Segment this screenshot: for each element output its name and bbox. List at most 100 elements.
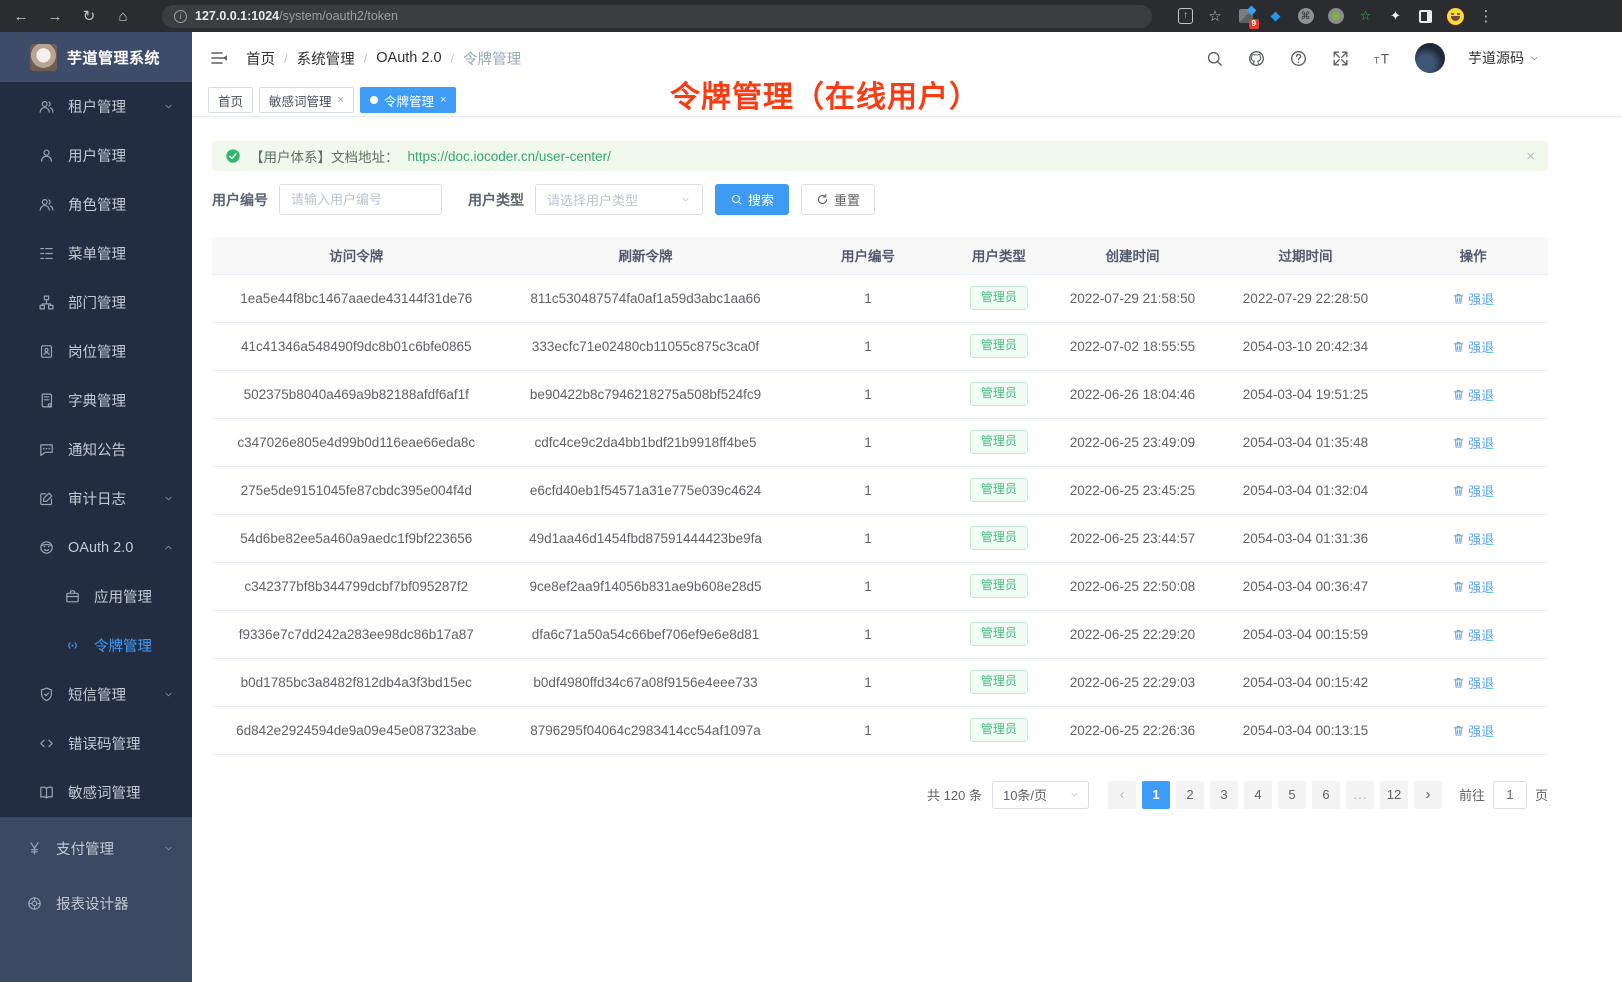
page-button-12[interactable]: 12 xyxy=(1380,781,1408,809)
sidebar-collapse-icon[interactable] xyxy=(209,48,229,68)
sidebar-item-sms-management[interactable]: 短信管理 xyxy=(0,670,192,719)
sidebar-item-notice-announcement[interactable]: 通知公告 xyxy=(0,425,192,474)
users-icon xyxy=(38,98,55,115)
force-logout-button[interactable]: 强退 xyxy=(1452,673,1494,692)
search-icon xyxy=(730,193,743,206)
help-icon[interactable] xyxy=(1289,49,1308,68)
sidebar-item-report-designer[interactable]: 报表设计器 xyxy=(0,876,192,931)
reset-button[interactable]: 重置 xyxy=(801,184,875,215)
sidebar-item-error-code-management[interactable]: 错误码管理 xyxy=(0,719,192,768)
bookmark-star-icon[interactable]: ☆ xyxy=(1206,9,1224,24)
tab-令牌管理[interactable]: 令牌管理× xyxy=(360,87,456,113)
page-size-select[interactable]: 10条/页 xyxy=(992,781,1089,809)
sidebar-item-role-management[interactable]: 角色管理 xyxy=(0,180,192,229)
tab-首页[interactable]: 首页 xyxy=(208,87,253,113)
user-id-cell: 1 xyxy=(790,514,945,562)
force-logout-button[interactable]: 强退 xyxy=(1452,433,1494,452)
breadcrumb-item[interactable]: OAuth 2.0 xyxy=(376,50,441,66)
fullscreen-icon[interactable] xyxy=(1331,49,1350,68)
extension-record-icon[interactable] xyxy=(1327,8,1344,25)
sidebar-item-dict-management[interactable]: 字典管理 xyxy=(0,376,192,425)
sidebar-item-label: 字典管理 xyxy=(68,390,126,411)
goto-page-input[interactable] xyxy=(1493,781,1527,809)
sidebar-item-audit-log[interactable]: 审计日志 xyxy=(0,474,192,523)
force-logout-button[interactable]: 强退 xyxy=(1452,721,1494,740)
org-tree-icon xyxy=(38,294,55,311)
user-id-input[interactable] xyxy=(279,184,442,215)
breadcrumb-item[interactable]: 首页 xyxy=(246,48,275,69)
reload-icon[interactable]: ↻ xyxy=(80,9,98,24)
font-size-icon[interactable] xyxy=(1373,49,1392,68)
force-logout-button[interactable]: 强退 xyxy=(1452,481,1494,500)
alert-text: 【用户体系】文档地址： xyxy=(250,146,399,166)
site-info-icon[interactable]: i xyxy=(174,10,187,23)
prev-page-button[interactable]: ‹ xyxy=(1108,781,1136,809)
sidebar-item-user-management[interactable]: 用户管理 xyxy=(0,131,192,180)
force-logout-button[interactable]: 强退 xyxy=(1452,337,1494,356)
page-button-4[interactable]: 4 xyxy=(1244,781,1272,809)
extension-sidebar-icon[interactable] xyxy=(1417,8,1434,25)
user-type-cell: 管理员 xyxy=(945,322,1052,370)
extension-blocks-icon[interactable]: 9 xyxy=(1237,8,1254,25)
expires-at-cell: 2054-03-04 01:32:04 xyxy=(1213,466,1399,514)
search-button[interactable]: 搜索 xyxy=(715,184,789,215)
browser-menu-icon[interactable]: ⋮ xyxy=(1477,9,1495,24)
force-logout-button[interactable]: 强退 xyxy=(1452,385,1494,404)
page-button-2[interactable]: 2 xyxy=(1176,781,1204,809)
force-logout-button[interactable]: 强退 xyxy=(1452,625,1494,644)
profile-avatar-icon[interactable] xyxy=(1447,8,1464,25)
expires-at-cell: 2054-03-10 20:42:34 xyxy=(1213,322,1399,370)
extension-command-icon[interactable]: ⌘ xyxy=(1297,8,1314,25)
sidebar-item-sensitive-word-management[interactable]: 敏感词管理 xyxy=(0,768,192,817)
github-icon[interactable] xyxy=(1247,49,1266,68)
tab-close-icon[interactable]: × xyxy=(338,94,344,106)
sidebar-item-label: 租户管理 xyxy=(68,96,126,117)
sidebar-item-oauth2[interactable]: OAuth 2.0 xyxy=(0,523,192,572)
user-type-cell: 管理员 xyxy=(945,706,1052,754)
extension-star-icon[interactable]: ☆ xyxy=(1357,8,1374,25)
share-icon[interactable]: ↑ xyxy=(1178,8,1193,24)
force-logout-button[interactable]: 强退 xyxy=(1452,529,1494,548)
user-avatar[interactable] xyxy=(1415,43,1445,73)
table-row: 6d842e2924594de9a09e45e087323abe8796295f… xyxy=(212,706,1548,754)
table-row: 1ea5e44f8bc1467aaede43144f31de76811c5304… xyxy=(212,274,1548,322)
back-icon[interactable]: ← xyxy=(12,9,30,24)
sidebar-item-menu-management[interactable]: 菜单管理 xyxy=(0,229,192,278)
trash-icon xyxy=(1452,580,1465,593)
sidebar-item-tenant-management[interactable]: 租户管理 xyxy=(0,82,192,131)
extension-puzzle-icon[interactable]: ✦ xyxy=(1387,8,1404,25)
sidebar-item-app-management[interactable]: 应用管理 xyxy=(0,572,192,621)
sidebar-item-post-management[interactable]: 岗位管理 xyxy=(0,327,192,376)
created-at-cell: 2022-06-25 23:44:57 xyxy=(1052,514,1212,562)
access-token-cell: 6d842e2924594de9a09e45e087323abe xyxy=(212,706,501,754)
sidebar-item-dept-management[interactable]: 部门管理 xyxy=(0,278,192,327)
force-logout-label: 强退 xyxy=(1468,529,1494,548)
forward-icon[interactable]: → xyxy=(46,9,64,24)
address-bar[interactable]: i 127.0.0.1:1024/system/oauth2/token xyxy=(162,5,1152,28)
tab-close-icon[interactable]: × xyxy=(440,94,446,106)
page-button-5[interactable]: 5 xyxy=(1278,781,1306,809)
doc-alert: 【用户体系】文档地址： https://doc.iocoder.cn/user-… xyxy=(212,141,1548,171)
user-type-badge: 管理员 xyxy=(970,382,1028,406)
home-icon[interactable]: ⌂ xyxy=(114,9,132,24)
page-button-6[interactable]: 6 xyxy=(1312,781,1340,809)
extension-gem-icon[interactable]: ◆ xyxy=(1267,8,1284,25)
sidebar-item-payment-management[interactable]: 支付管理 xyxy=(0,821,192,876)
sidebar-item-token-management[interactable]: 令牌管理 xyxy=(0,621,192,670)
app-title: 芋道管理系统 xyxy=(67,47,160,68)
chevron-down-icon xyxy=(163,689,174,700)
user-menu[interactable]: 芋道源码 xyxy=(1468,48,1540,68)
breadcrumb-item[interactable]: 系统管理 xyxy=(297,48,355,69)
force-logout-button[interactable]: 强退 xyxy=(1452,289,1494,308)
alert-close-icon[interactable]: × xyxy=(1526,148,1535,165)
user-type-select[interactable]: 请选择用户类型 xyxy=(535,184,703,215)
alert-doc-link[interactable]: https://doc.iocoder.cn/user-center/ xyxy=(408,149,611,164)
force-logout-button[interactable]: 强退 xyxy=(1452,577,1494,596)
action-cell: 强退 xyxy=(1398,418,1548,466)
app-logo-row[interactable]: 芋道管理系统 xyxy=(0,32,192,82)
search-icon[interactable] xyxy=(1205,49,1224,68)
page-button-3[interactable]: 3 xyxy=(1210,781,1238,809)
tab-敏感词管理[interactable]: 敏感词管理× xyxy=(259,87,354,113)
page-button-1[interactable]: 1 xyxy=(1142,781,1170,809)
next-page-button[interactable]: › xyxy=(1414,781,1442,809)
